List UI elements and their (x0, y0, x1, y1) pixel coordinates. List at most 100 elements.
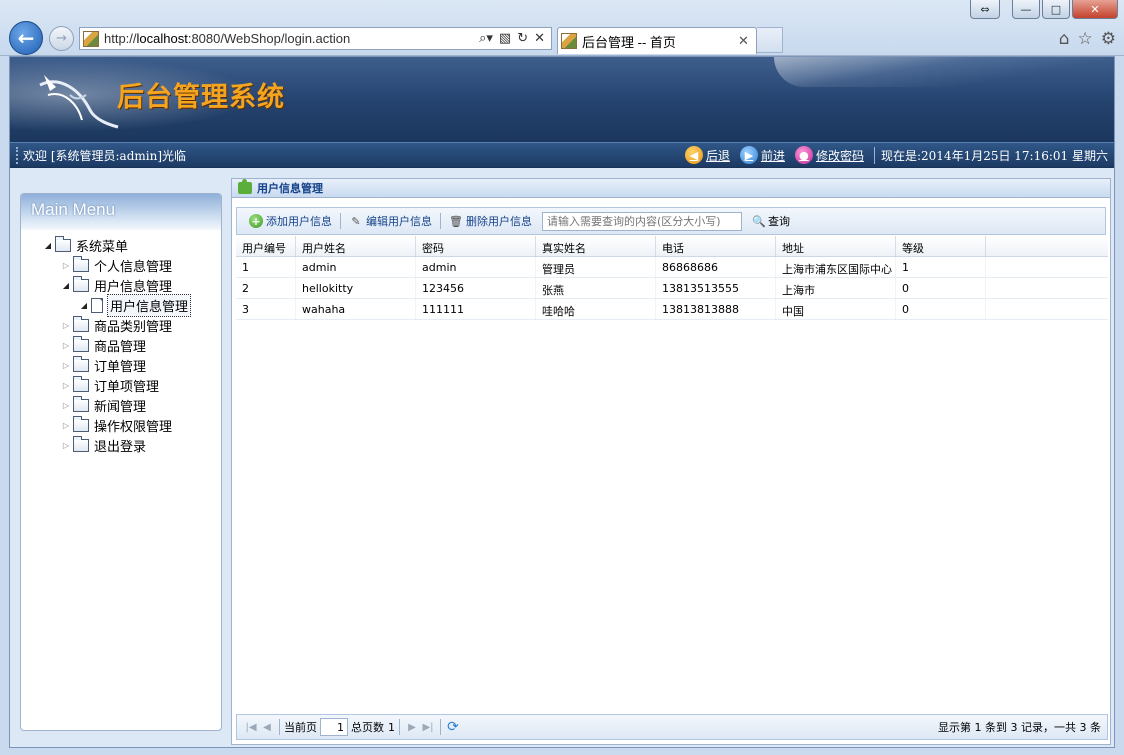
forward-link[interactable]: ▶ 前进 (739, 146, 785, 164)
folder-icon (73, 375, 89, 392)
sidebar-item-label: 退出登录 (94, 439, 147, 455)
sidebar-item-products[interactable]: ▷ 商品管理 (21, 335, 221, 355)
stop-icon[interactable]: ✕ (534, 31, 545, 46)
menu-tree: ◢ 系统菜单 ▷ 个人信息管理 ◢ 用户信息管理 ◢ 用户信息管理 ▷ 商品类别… (21, 230, 221, 455)
refresh-icon[interactable]: ⟳ (445, 719, 461, 735)
sidebar-item-label: 操作权限管理 (94, 419, 173, 435)
back-link-label: 后退 (705, 148, 730, 163)
table-cell: 3 (236, 299, 296, 319)
url-scheme: http:// (104, 31, 137, 46)
next-page-icon[interactable]: ▶ (404, 719, 420, 735)
first-page-icon[interactable]: |◀ (243, 719, 259, 735)
column-header[interactable]: 真实姓名 (536, 236, 656, 256)
sidebar-item-orders[interactable]: ▷ 订单管理 (21, 355, 221, 375)
table-cell: 上海市 (776, 278, 896, 298)
sidebar-item-category[interactable]: ▷ 商品类别管理 (21, 315, 221, 335)
browser-tab[interactable]: 后台管理 -- 首页 ✕ (557, 27, 757, 54)
address-url[interactable]: http://localhost:8080/WebShop/login.acti… (104, 31, 479, 46)
add-user-button[interactable]: + 添加用户信息 (243, 213, 338, 229)
tree-root[interactable]: ◢ 系统菜单 (21, 235, 221, 255)
change-password-link[interactable]: ● 修改密码 (794, 146, 864, 164)
search-button[interactable]: 🔍 查询 (752, 213, 790, 229)
sidebar-item-logout[interactable]: ▷ 退出登录 (21, 435, 221, 455)
collapsed-triangle-icon[interactable]: ▷ (59, 361, 73, 370)
sidebar-item-label: 用户信息管理 (94, 279, 173, 295)
system-title: 后台管理系统 (117, 82, 285, 113)
collapsed-triangle-icon[interactable]: ▷ (59, 341, 73, 350)
sidebar-item-personal-info[interactable]: ▷ 个人信息管理 (21, 255, 221, 275)
trash-icon: 🗑 (449, 214, 463, 228)
table-row[interactable]: 2 hellokitty 123456 张燕 13813513555 上海市 0 (236, 278, 1108, 299)
sidebar-item-label: 新闻管理 (94, 399, 147, 415)
settings-gear-icon[interactable]: ⚙ (1101, 29, 1116, 49)
browser-tools: ⌂ ☆ ⚙ (1059, 29, 1116, 49)
compatibility-icon[interactable]: ▧ (499, 31, 511, 46)
tab-favicon-icon (561, 33, 577, 49)
address-bar[interactable]: http://localhost:8080/WebShop/login.acti… (79, 27, 552, 50)
main-panel: 用户信息管理 +添加用户信息 ✎ 编辑用户信息 🗑删除用户信息 🔍查询 用户编号 … (231, 178, 1111, 745)
sidebar-item-label: 商品类别管理 (94, 319, 173, 335)
table-cell: 管理员 (536, 257, 656, 277)
folder-icon (73, 315, 89, 332)
sidebar-title: Main Menu (21, 194, 221, 230)
forward-link-label: 前进 (760, 148, 785, 163)
column-header[interactable]: 等级 (896, 236, 986, 256)
table-row[interactable]: 3 wahaha 111111 哇哈哈 13813813888 中国 0 (236, 299, 1108, 320)
last-page-icon[interactable]: ▶| (420, 719, 436, 735)
toolbar-separator (340, 213, 341, 229)
collapsed-triangle-icon[interactable]: ▷ (59, 321, 73, 330)
arrow-left-icon: ← (17, 26, 35, 50)
prev-page-icon[interactable]: ◀ (259, 719, 275, 735)
folder-icon (73, 335, 89, 352)
close-window-button[interactable]: ✕ (1072, 0, 1118, 19)
user-grid: 用户编号 用户姓名 密码 真实姓名 电话 地址 等级 1 admin admin… (236, 236, 1108, 320)
favorites-star-icon[interactable]: ☆ (1078, 29, 1093, 49)
folder-icon (73, 275, 89, 292)
table-cell: 1 (896, 257, 986, 277)
edit-pencil-icon: ✎ (351, 214, 361, 228)
url-path: :8080/WebShop/login.action (187, 31, 351, 46)
browser-back-button[interactable]: ← (9, 21, 43, 55)
browser-forward-button[interactable]: → (49, 26, 74, 51)
column-header[interactable]: 地址 (776, 236, 896, 256)
sidebar-item-news[interactable]: ▷ 新闻管理 (21, 395, 221, 415)
delete-user-button[interactable]: 🗑 删除用户信息 (443, 213, 538, 229)
home-icon[interactable]: ⌂ (1059, 29, 1070, 49)
page-number-input[interactable] (320, 718, 348, 736)
search-icon[interactable]: ⌕▾ (479, 31, 493, 46)
sidebar-item-user-info[interactable]: ◢ 用户信息管理 (21, 275, 221, 295)
table-cell: 111111 (416, 299, 536, 319)
collapsed-triangle-icon[interactable]: ▷ (59, 421, 73, 430)
column-header[interactable]: 用户编号 (236, 236, 296, 256)
collapsed-triangle-icon[interactable]: ▷ (59, 441, 73, 450)
table-cell: 0 (896, 299, 986, 319)
column-header[interactable]: 密码 (416, 236, 536, 256)
collapsed-triangle-icon[interactable]: ▷ (59, 401, 73, 410)
sidebar-subitem-user-info[interactable]: ◢ 用户信息管理 (21, 293, 221, 317)
snap-button[interactable]: ⇔ (970, 0, 1000, 19)
collapsed-triangle-icon[interactable]: ▷ (59, 381, 73, 390)
column-header[interactable]: 用户姓名 (296, 236, 416, 256)
table-cell: 13813513555 (656, 278, 776, 298)
back-link[interactable]: ◀ 后退 (684, 146, 730, 164)
file-icon (91, 297, 103, 313)
sidebar-item-order-items[interactable]: ▷ 订单项管理 (21, 375, 221, 395)
search-input[interactable] (542, 211, 742, 231)
edit-user-label: 编辑用户信息 (366, 215, 432, 228)
table-cell: 0 (896, 278, 986, 298)
table-cell: hellokitty (296, 278, 416, 298)
tab-close-icon[interactable]: ✕ (738, 34, 756, 49)
maximize-button[interactable]: □ (1042, 0, 1070, 19)
table-row[interactable]: 1 admin admin 管理员 86868686 上海市浦东区国际中心 1 (236, 257, 1108, 278)
sidebar-item-label: 商品管理 (94, 339, 147, 355)
sidebar-item-permissions[interactable]: ▷ 操作权限管理 (21, 415, 221, 435)
edit-user-button[interactable]: ✎ 编辑用户信息 (343, 213, 438, 229)
collapsed-triangle-icon[interactable]: ▷ (59, 261, 73, 270)
table-cell: 1 (236, 257, 296, 277)
refresh-icon[interactable]: ↻ (517, 31, 528, 46)
expanded-triangle-icon[interactable]: ◢ (59, 281, 73, 290)
expanded-triangle-icon[interactable]: ◢ (41, 241, 55, 250)
column-header[interactable]: 电话 (656, 236, 776, 256)
minimize-button[interactable]: — (1012, 0, 1040, 19)
new-tab-button[interactable] (757, 27, 783, 53)
